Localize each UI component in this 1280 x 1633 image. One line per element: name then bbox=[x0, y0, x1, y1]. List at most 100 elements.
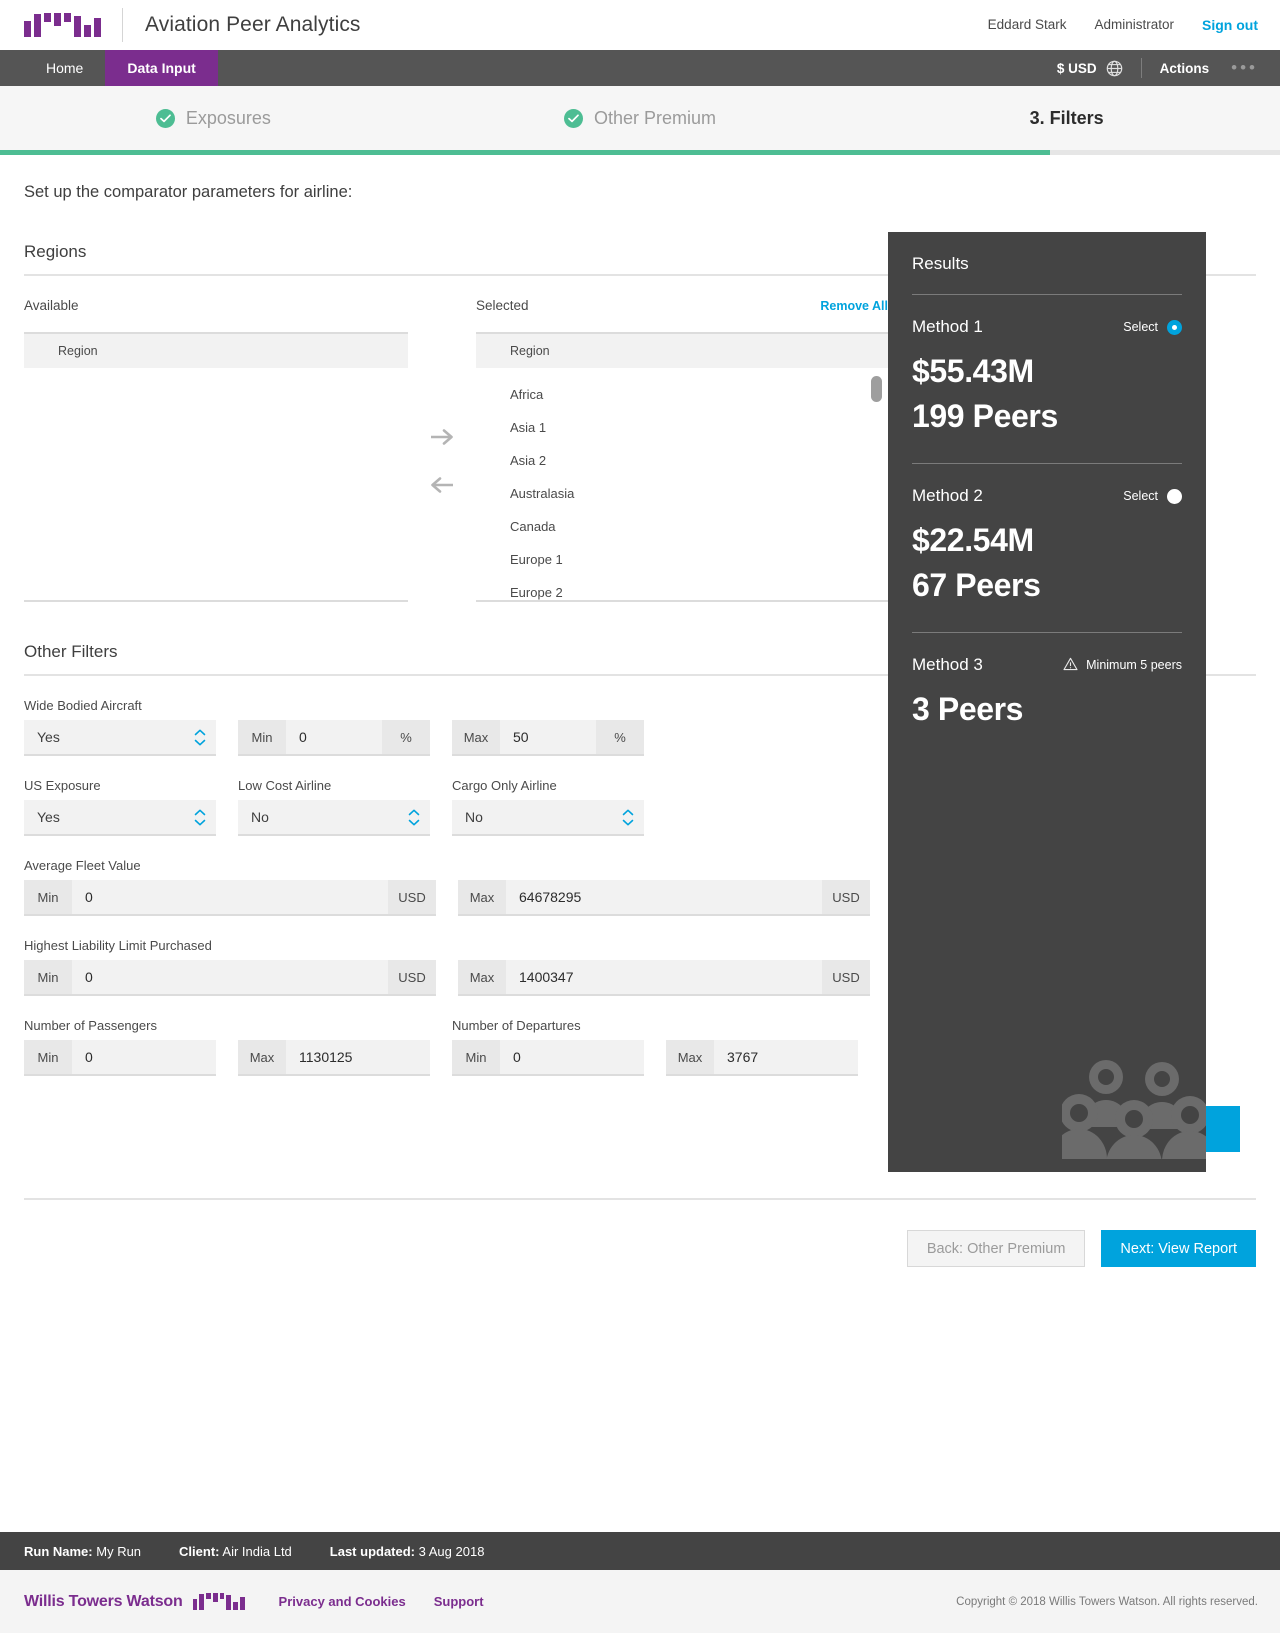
method-2-select-label: Select bbox=[1123, 489, 1158, 503]
wide-bodied-label: Wide Bodied Aircraft bbox=[24, 698, 142, 713]
page-footer: Willis Towers Watson Privacy and Cookies… bbox=[0, 1570, 1280, 1633]
passengers-max-input[interactable] bbox=[286, 1040, 430, 1074]
chevron-updown-icon bbox=[194, 809, 206, 826]
low-cost-group: Low Cost Airline No bbox=[238, 778, 430, 836]
run-status-bar: Run Name: My Run Client: Air India Ltd L… bbox=[0, 1532, 1280, 1570]
remove-all-button[interactable]: Remove All bbox=[820, 299, 888, 313]
wtw-bars-logo-icon bbox=[24, 12, 102, 37]
min-prefix-label: Min bbox=[238, 720, 286, 754]
step-exposures-label: Exposures bbox=[185, 108, 271, 128]
wide-bodied-max-field[interactable]: Max % bbox=[452, 720, 644, 756]
avg-fleet-max-input[interactable] bbox=[506, 880, 822, 914]
nav-item-data-input[interactable]: Data Input bbox=[105, 50, 218, 86]
check-circle-icon bbox=[563, 109, 583, 128]
sign-out-link[interactable]: Sign out bbox=[1202, 17, 1258, 33]
results-panel: Results Method 1 Select $55.43M 199 Peer… bbox=[888, 232, 1206, 1172]
top-bar: Aviation Peer Analytics Eddard Stark Adm… bbox=[0, 0, 1280, 50]
available-list-items bbox=[24, 368, 408, 378]
wizard-nav-buttons: Back: Other Premium Next: View Report bbox=[0, 1200, 1280, 1267]
available-list-header: Region bbox=[24, 334, 408, 368]
list-item[interactable]: Australasia bbox=[476, 477, 888, 510]
method-2-radio[interactable] bbox=[1167, 488, 1182, 504]
departures-max-input[interactable] bbox=[714, 1040, 858, 1074]
passengers-min-input[interactable] bbox=[72, 1040, 216, 1074]
usd-suffix-label: USD bbox=[388, 960, 436, 994]
app-title: Aviation Peer Analytics bbox=[145, 12, 361, 36]
method-3-warning: Minimum 5 peers bbox=[1063, 657, 1182, 674]
next-button[interactable]: Next: View Report bbox=[1101, 1230, 1256, 1267]
us-exposure-select[interactable]: Yes bbox=[24, 800, 216, 836]
method-3-header: Method 3 Minimum 5 peers bbox=[912, 655, 1182, 675]
footer-company-name: Willis Towers Watson bbox=[24, 1592, 183, 1610]
back-button[interactable]: Back: Other Premium bbox=[906, 1230, 1086, 1267]
step-other-premium-label: Other Premium bbox=[593, 108, 717, 128]
cargo-only-group: Cargo Only Airline No bbox=[452, 778, 644, 836]
list-item[interactable]: Canada bbox=[476, 510, 888, 543]
footer-link-support[interactable]: Support bbox=[434, 1594, 484, 1609]
method-2-peers: 67 Peers bbox=[912, 567, 1041, 603]
selected-list-scrollbar[interactable] bbox=[871, 376, 882, 402]
cargo-only-select[interactable]: No bbox=[452, 800, 644, 836]
avg-fleet-min-field[interactable]: Min USD bbox=[24, 880, 436, 916]
run-name-value: My Run bbox=[96, 1543, 142, 1559]
wide-bodied-max-group: Max % bbox=[452, 698, 644, 756]
passengers-min-field[interactable]: Min bbox=[24, 1040, 216, 1076]
list-item[interactable]: Africa bbox=[476, 378, 888, 411]
nav-item-home[interactable]: Home bbox=[24, 50, 105, 86]
selected-listbox[interactable]: Region Africa Asia 1 Asia 2 Australasia Cana… bbox=[476, 332, 888, 602]
percent-suffix-label: % bbox=[382, 720, 430, 754]
method-1-select[interactable]: Select bbox=[1123, 319, 1182, 335]
actions-menu-button[interactable]: Actions bbox=[1160, 61, 1210, 76]
step-other-premium[interactable]: Other Premium bbox=[427, 108, 854, 129]
list-item[interactable]: Asia 2 bbox=[476, 444, 888, 477]
wide-bodied-select[interactable]: Yes bbox=[24, 720, 216, 756]
method-1-header: Method 1 Select bbox=[912, 317, 1182, 337]
wide-bodied-min-input[interactable] bbox=[286, 720, 382, 754]
step-filters[interactable]: 3. Filters bbox=[853, 108, 1280, 129]
ellipsis-icon[interactable]: ••• bbox=[1231, 58, 1258, 78]
step-exposures[interactable]: Exposures bbox=[0, 108, 427, 129]
usd-suffix-label: USD bbox=[822, 960, 870, 994]
method-3-warning-text: Minimum 5 peers bbox=[1086, 658, 1182, 672]
highest-liability-max-field[interactable]: Max USD bbox=[458, 960, 870, 996]
method-1-radio[interactable] bbox=[1167, 319, 1182, 335]
arrow-right-icon[interactable] bbox=[425, 420, 459, 454]
client-item: Client: Air India Ltd bbox=[179, 1544, 292, 1559]
low-cost-select[interactable]: No bbox=[238, 800, 430, 836]
departures-min-field[interactable]: Min bbox=[452, 1040, 644, 1076]
results-divider bbox=[912, 294, 1182, 295]
currency-selector[interactable]: $ USD bbox=[1057, 60, 1123, 77]
results-divider bbox=[912, 632, 1182, 633]
method-2-header: Method 2 Select bbox=[912, 486, 1182, 506]
departures-min-input[interactable] bbox=[500, 1040, 644, 1074]
list-item[interactable]: Asia 1 bbox=[476, 411, 888, 444]
method-1-amount: $55.43M bbox=[912, 353, 1034, 389]
avg-fleet-max-field[interactable]: Max USD bbox=[458, 880, 870, 916]
footer-link-privacy[interactable]: Privacy and Cookies bbox=[279, 1594, 406, 1609]
passengers-max-field[interactable]: Max bbox=[238, 1040, 430, 1076]
highest-liability-min-field[interactable]: Min USD bbox=[24, 960, 436, 996]
max-prefix-label: Max bbox=[452, 720, 500, 754]
passengers-label: Number of Passengers bbox=[24, 1018, 157, 1033]
method-2-name: Method 2 bbox=[912, 486, 983, 505]
chevron-updown-icon bbox=[194, 729, 206, 746]
wide-bodied-max-input[interactable] bbox=[500, 720, 596, 754]
percent-suffix-label: % bbox=[596, 720, 644, 754]
step-progress: Exposures Other Premium 3. Filters bbox=[0, 86, 1280, 155]
arrow-left-icon[interactable] bbox=[425, 468, 459, 502]
avg-fleet-min-input[interactable] bbox=[72, 880, 388, 914]
departures-max-field[interactable]: Max bbox=[666, 1040, 858, 1076]
method-2-select[interactable]: Select bbox=[1123, 488, 1182, 504]
main-nav-bar: Home Data Input $ USD Actions ••• bbox=[0, 50, 1280, 86]
max-prefix-label: Max bbox=[458, 960, 506, 994]
chevron-updown-icon bbox=[408, 809, 420, 826]
list-item[interactable]: Europe 2 bbox=[476, 576, 888, 609]
highest-liability-min-input[interactable] bbox=[72, 960, 388, 994]
method-3-name: Method 3 bbox=[912, 655, 983, 674]
currency-label: $ USD bbox=[1056, 60, 1097, 76]
wide-bodied-min-field[interactable]: Min % bbox=[238, 720, 430, 756]
available-listbox[interactable]: Region bbox=[24, 332, 408, 602]
list-item[interactable]: Europe 1 bbox=[476, 543, 888, 576]
highest-liability-max-input[interactable] bbox=[506, 960, 822, 994]
warning-triangle-icon bbox=[1063, 657, 1078, 674]
